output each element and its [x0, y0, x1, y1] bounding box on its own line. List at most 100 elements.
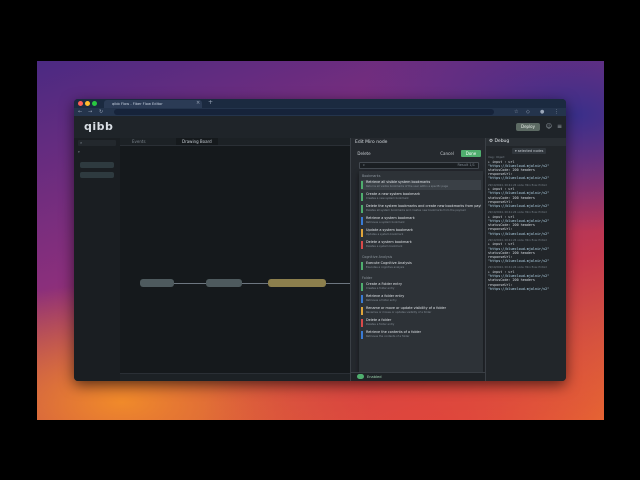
palette-search-input[interactable]: ⌕ — [78, 140, 116, 146]
method-color-bar — [361, 319, 363, 327]
workspace-tabs: Events Drawing Board — [120, 138, 350, 146]
flow-node[interactable] — [206, 279, 242, 287]
tray-title: Edit Miro node — [355, 140, 388, 145]
method-color-bar — [361, 193, 363, 201]
debug-message-line: "https://bluecloud.mjolnir/v2" — [488, 259, 550, 264]
dropdown-option[interactable]: Retrieve a system bookmark Retrieves a sy… — [361, 216, 481, 226]
cancel-button[interactable]: Cancel — [437, 150, 457, 157]
method-color-bar — [361, 307, 363, 315]
browser-window: qibb Flow - Fiber Flow Editor × + ← → ↻ … — [74, 99, 566, 381]
operation-search-input[interactable]: c Result 1/1 — [359, 162, 479, 169]
option-description: Creates a folder entry — [366, 287, 395, 290]
debug-filter-dropdown[interactable]: ▾ selected nodes — [512, 148, 547, 154]
user-icon[interactable]: ☺ — [546, 123, 552, 131]
search-count: Result 1/1 — [457, 163, 475, 167]
option-description: Deletes a folder entry — [366, 323, 395, 326]
debug-sidebar: ⚙ Debug ▾ selected nodes msg : Object ▸ i… — [485, 138, 566, 381]
dropdown-option[interactable]: Execute Cognitive Analysis Executes a cog… — [361, 261, 481, 271]
option-description: Retrieves a system bookmark — [366, 221, 405, 224]
close-window-icon[interactable] — [78, 101, 83, 106]
tab-strip: qibb Flow - Fiber Flow Editor × + — [74, 99, 566, 108]
debug-message-line: "https://bluecloud.mjolnir/v2" — [488, 204, 550, 209]
method-color-bar — [361, 217, 363, 225]
maximize-window-icon[interactable] — [92, 101, 97, 106]
option-description: Returns all visible bookmarks of the use… — [366, 185, 449, 188]
method-color-bar — [361, 295, 363, 303]
tab-drawing-board[interactable]: Drawing Board — [176, 138, 218, 145]
profile-icon[interactable]: ● — [540, 108, 544, 116]
browser-menu-icon[interactable]: ⋮ — [554, 108, 559, 116]
dropdown-option[interactable]: Delete a system bookmark Deletes a system… — [361, 240, 481, 250]
method-color-bar — [361, 229, 363, 237]
method-color-bar — [361, 331, 363, 339]
extensions-icon[interactable]: ◇ — [526, 108, 530, 116]
bookmark-star-icon[interactable]: ☆ — [514, 108, 518, 116]
debug-header: ⚙ Debug — [486, 138, 566, 146]
dropdown-option[interactable]: Retrieve all visible system bookmarks Ret… — [361, 180, 481, 190]
option-description: Deletes a system bookmark — [366, 245, 403, 248]
palette-node[interactable] — [80, 162, 114, 168]
palette-node[interactable] — [80, 172, 114, 178]
option-description: Executes a cognitive analysis — [366, 266, 405, 269]
dropdown-option[interactable]: Delete a folder Deletes a folder entry — [361, 318, 481, 328]
debug-message-line: "https://bluecloud.mjolnir/v2" — [488, 231, 550, 236]
done-button[interactable]: Done — [461, 150, 481, 157]
debug-message-line: "https://bluecloud.mjolnir/v2" — [488, 176, 550, 181]
tab-events[interactable]: Events — [126, 138, 152, 145]
debug-message[interactable]: 29/10/2024, 00:41:26 node: Miro flow: Pr… — [488, 266, 565, 291]
method-color-bar — [361, 283, 363, 291]
dropdown-option[interactable]: Delete the system bookmarks and create n… — [361, 204, 481, 214]
option-description: Retrieves a folder entry — [366, 299, 397, 302]
debug-message[interactable]: 29/10/2024, 00:41:26 node: Miro flow: Pr… — [488, 184, 565, 209]
deploy-button[interactable]: Deploy — [516, 123, 540, 131]
new-tab-icon[interactable]: + — [208, 99, 213, 106]
address-bar[interactable] — [114, 109, 494, 115]
dropdown-option[interactable]: Rename or move or update visibility of a… — [361, 306, 481, 316]
browser-toolbar: ← → ↻ ☆ ◇ ● ⋮ — [74, 108, 566, 116]
dropdown-option[interactable]: Create a new system bookmark Creates a ne… — [361, 192, 481, 202]
dropdown-group-header: Bookmarks — [362, 174, 381, 178]
debug-title[interactable]: ⚙ Debug — [489, 138, 509, 146]
method-color-bar — [361, 241, 363, 249]
workspace-footer — [120, 373, 350, 381]
dropdown-group-header: Folder — [362, 276, 373, 280]
enabled-toggle-icon[interactable] — [357, 374, 364, 379]
method-color-bar — [361, 181, 363, 189]
flow-node[interactable] — [140, 279, 174, 287]
dropdown-option[interactable]: Update a system bookmark Updates a system… — [361, 228, 481, 238]
operation-dropdown: Bookmarks Retrieve all visible system boo… — [359, 171, 483, 381]
option-description: Renames or moves or updates visibility o… — [366, 311, 432, 314]
option-description: Retrieves the contents of a folder — [366, 335, 410, 338]
debug-message[interactable]: 29/10/2024, 00:41:26 node: Miro flow: Pr… — [488, 211, 565, 236]
debug-message[interactable]: msg : Object ▸ input : url "https://bluecl… — [488, 156, 565, 181]
method-color-bar — [361, 262, 363, 270]
main-menu-icon[interactable]: ≡ — [557, 123, 562, 131]
dropdown-group-header: Cognitive Analysis — [362, 255, 393, 259]
dropdown-option[interactable]: Retrieve a folder entry Retrieves a folde… — [361, 294, 481, 304]
browser-tab[interactable]: qibb Flow - Fiber Flow Editor — [104, 100, 202, 108]
option-description: Deletes all system bookmarks and creates… — [366, 209, 466, 212]
debug-message-line: "https://bluecloud.mjolnir/v2" — [488, 286, 550, 291]
option-description: Updates a system bookmark — [366, 233, 404, 236]
debug-message[interactable]: 29/10/2024, 00:41:26 node: Miro flow: Pr… — [488, 239, 565, 264]
flow-node[interactable] — [268, 279, 326, 287]
method-color-bar — [361, 205, 363, 213]
app-logo: qibb — [84, 120, 114, 133]
option-description: Creates a new system bookmark — [366, 197, 409, 200]
flow-workspace[interactable]: Events Drawing Board — [120, 138, 364, 381]
delete-button[interactable]: Delete — [355, 150, 373, 157]
tray-footer: Enabled — [351, 372, 486, 381]
dropdown-option[interactable]: Create a Folder entry Creates a folder en… — [361, 282, 481, 292]
forward-icon[interactable]: → — [88, 108, 92, 116]
edit-tray: Edit Miro node Delete Cancel Done c Resu… — [350, 138, 486, 381]
minimize-window-icon[interactable] — [85, 101, 90, 106]
palette-category[interactable]: ▾ — [78, 150, 80, 154]
search-text: c — [363, 163, 365, 167]
dropdown-option[interactable]: Retrieve the contents of a folder Retriev… — [361, 330, 481, 340]
debug-message-list: msg : Object ▸ input : url "https://bluecl… — [488, 156, 565, 294]
node-palette: ⌕ ▾ — [74, 138, 121, 381]
app-header: qibb Deploy ☺ ≡ — [74, 116, 566, 139]
close-tab-icon[interactable]: × — [196, 100, 200, 106]
reload-icon[interactable]: ↻ — [99, 108, 103, 116]
back-icon[interactable]: ← — [78, 108, 82, 116]
